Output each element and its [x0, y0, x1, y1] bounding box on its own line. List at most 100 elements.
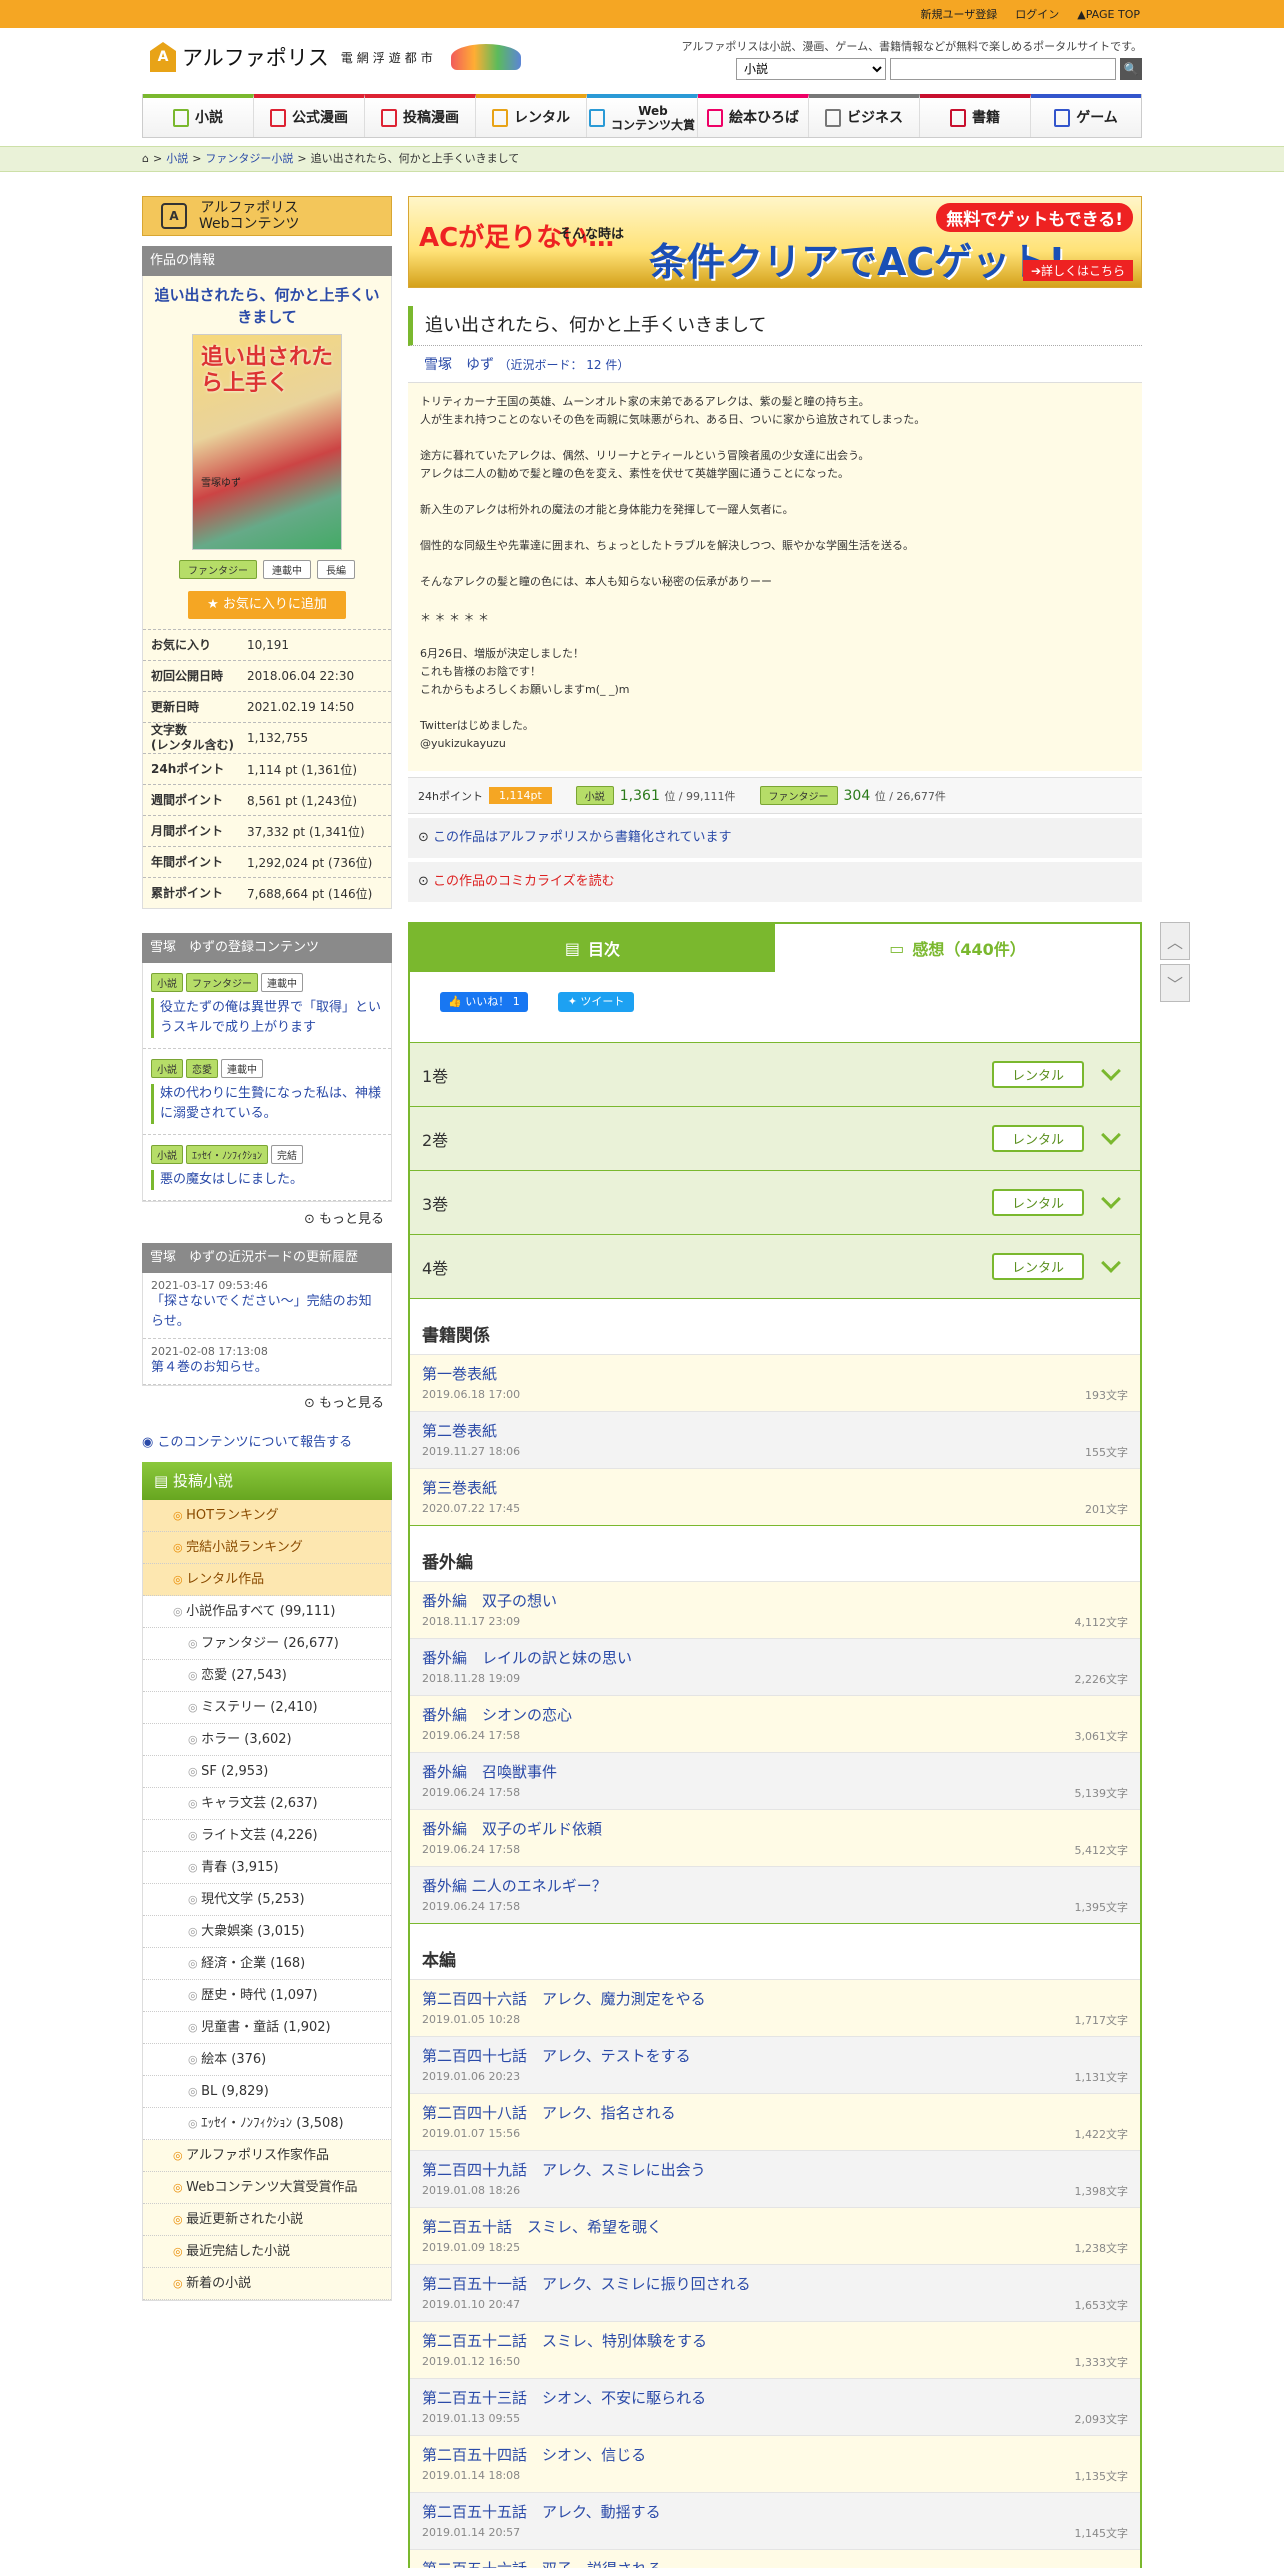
table-row[interactable]: 第二百五十一話 アレク、スミレに振り回される 2019.01.10 20:47 1,…	[410, 2264, 1140, 2321]
table-row[interactable]: 番外編 召喚獣事件 2019.06.24 17:58 5,139文字	[410, 1752, 1140, 1809]
nav-item-8[interactable]: ゲーム	[1031, 94, 1141, 137]
facebook-like-button[interactable]: 👍 いいね！ 1	[440, 992, 528, 1012]
menu-item[interactable]: BL (9,829)	[143, 2076, 391, 2108]
nav-item-0[interactable]: 小説	[143, 94, 254, 137]
menu-item[interactable]: キャラ文芸 (2,637)	[143, 1788, 391, 1820]
table-row[interactable]: 番外編 双子のギルド依頼 2019.06.24 17:58 5,412文字	[410, 1809, 1140, 1866]
menu-item[interactable]: 絵本 (376)	[143, 2044, 391, 2076]
table-row[interactable]: 第二百五十四話 シオン、信じる 2019.01.14 18:08 1,135文字	[410, 2435, 1140, 2492]
menu-item[interactable]: ミステリー (2,410)	[143, 1692, 391, 1724]
nav-item-1[interactable]: 公式漫画	[254, 94, 365, 137]
scroll-up-button[interactable]: ︿	[1160, 922, 1190, 960]
menu-item[interactable]: ライト文芸 (4,226)	[143, 1820, 391, 1852]
table-row[interactable]: 第二百四十六話 アレク、魔力測定をやる 2019.01.05 10:28 1,717…	[410, 1979, 1140, 2036]
table-row[interactable]: 第二百五十話 スミレ、希望を覗く 2019.01.09 18:25 1,238文字	[410, 2207, 1140, 2264]
book-cover[interactable]: 追い出されたら上手く 雪塚ゆず	[192, 334, 342, 550]
menu-item[interactable]: 最近完結した小説	[143, 2236, 391, 2268]
login-link[interactable]: ログイン	[1015, 6, 1059, 22]
content-title-link[interactable]: 悪の魔女はしにました。	[151, 1170, 383, 1190]
rental-button[interactable]: レンタル	[991, 1189, 1084, 1216]
menu-item[interactable]: 歴史・時代 (1,097)	[143, 1980, 391, 2012]
menu-item[interactable]: 恋愛 (27,543)	[143, 1660, 391, 1692]
content-title-link[interactable]: 妹の代わりに生贄になった私は、神様に溺愛されている。	[151, 1084, 383, 1124]
web-content-banner[interactable]: A アルファポリス Webコンテンツ	[142, 196, 392, 236]
report-link[interactable]: ◉ このコンテンツについて報告する	[142, 1431, 392, 1450]
menu-item[interactable]: 児童書・童話 (1,902)	[143, 2012, 391, 2044]
menu-item[interactable]: アルファポリス作家作品	[143, 2140, 391, 2172]
table-row[interactable]: 第二百四十九話 アレク、スミレに出会う 2019.01.08 18:26 1,398…	[410, 2150, 1140, 2207]
search-icon[interactable]: 🔍	[1120, 58, 1142, 80]
menu-item[interactable]: 現代文学 (5,253)	[143, 1884, 391, 1916]
rental-button[interactable]: レンタル	[991, 1125, 1084, 1152]
menu-item[interactable]: 完結小説ランキング	[143, 1532, 391, 1564]
volume-row[interactable]: 1巻 レンタル	[410, 1042, 1140, 1106]
table-row[interactable]: 第二巻表紙 2019.11.27 18:06 155文字	[410, 1411, 1140, 1468]
table-row[interactable]: 番外編 レイルの訳と妹の思い 2018.11.28 19:09 2,226文字	[410, 1638, 1140, 1695]
volume-row[interactable]: 2巻 レンタル	[410, 1106, 1140, 1170]
tab-reviews[interactable]: ▭ 感想（440件）	[775, 924, 1140, 972]
table-row[interactable]: 番外編 シオンの恋心 2019.06.24 17:58 3,061文字	[410, 1695, 1140, 1752]
menu-item[interactable]: 青春 (3,915)	[143, 1852, 391, 1884]
menu-item[interactable]: ホラー (3,602)	[143, 1724, 391, 1756]
breadcrumb-fantasy[interactable]: ファンタジー小説	[205, 147, 293, 171]
nav-item-6[interactable]: ビジネス	[809, 94, 920, 137]
ac-campaign-banner[interactable]: ACが足りない… そんな時は 条件クリアでACゲット! 無料でゲットもできる! …	[408, 196, 1142, 288]
table-row[interactable]: 第二百四十七話 アレク、テストをする 2019.01.06 20:23 1,131文…	[410, 2036, 1140, 2093]
author-link[interactable]: 雪塚 ゆず	[424, 357, 494, 373]
table-row[interactable]: 第一巻表紙 2019.06.18 17:00 193文字	[410, 1354, 1140, 1411]
table-row[interactable]: 番外編 双子の想い 2018.11.17 23:09 4,112文字	[410, 1581, 1140, 1638]
menu-item[interactable]: 経済・企業 (168)	[143, 1948, 391, 1980]
table-row[interactable]: 番外編 二人のエネルギー？ 2019.06.24 17:58 1,395文字	[410, 1866, 1140, 1923]
menu-item[interactable]: SF (2,953)	[143, 1756, 391, 1788]
content-title-link[interactable]: 役立たずの俺は異世界で「取得」というスキルで成り上がります	[151, 998, 383, 1038]
tab-toc[interactable]: ▤ 目次	[410, 924, 775, 972]
table-row[interactable]: 第三巻表紙 2020.07.22 17:45 201文字	[410, 1468, 1140, 1525]
search-input[interactable]	[890, 58, 1116, 80]
menu-item[interactable]: ファンタジー (26,677)	[143, 1628, 391, 1660]
chevron-down-icon[interactable]	[1101, 1060, 1121, 1081]
tweet-button[interactable]: ✦ ツイート	[557, 992, 635, 1012]
published-book-link[interactable]: ⊙ この作品はアルファポリスから書籍化されています	[408, 818, 1142, 858]
register-link[interactable]: 新規ユーザ登録	[921, 6, 998, 22]
menu-item[interactable]: ｴｯｾｲ・ﾉﾝﾌｨｸｼｮﾝ (3,508)	[143, 2108, 391, 2140]
nav-item-2[interactable]: 投稿漫画	[365, 94, 476, 137]
menu-item[interactable]: 大衆娯楽 (3,015)	[143, 1916, 391, 1948]
table-row[interactable]: 第二百五十六話 双子、説得される	[410, 2549, 1140, 2568]
more-link[interactable]: ⊙ もっと見る	[142, 1202, 392, 1233]
table-row[interactable]: 第二百五十三話 シオン、不安に駆られる 2019.01.13 09:55 2,093…	[410, 2378, 1140, 2435]
table-row[interactable]: 第二百五十二話 スミレ、特別体験をする 2019.01.12 16:50 1,333…	[410, 2321, 1140, 2378]
nav-item-5[interactable]: 絵本ひろば	[698, 94, 809, 137]
volume-row[interactable]: 4巻 レンタル	[410, 1234, 1140, 1298]
chevron-down-icon[interactable]	[1101, 1124, 1121, 1145]
rental-button[interactable]: レンタル	[991, 1061, 1084, 1088]
nav-item-3[interactable]: レンタル	[476, 94, 587, 137]
menu-item[interactable]: HOTランキング	[143, 1500, 391, 1532]
volume-row[interactable]: 3巻 レンタル	[410, 1170, 1140, 1234]
nav-item-4[interactable]: Web コンテンツ大賞	[587, 94, 698, 137]
menu-item[interactable]: 小説作品すべて (99,111)	[143, 1596, 391, 1628]
menu-item[interactable]: 新着の小説	[143, 2268, 391, 2300]
comicalize-link[interactable]: ⊙ この作品のコミカライズを読む	[408, 862, 1142, 902]
rental-button[interactable]: レンタル	[991, 1253, 1084, 1280]
add-favorite-button[interactable]: ★ お気に入りに追加	[188, 591, 346, 619]
chevron-down-icon[interactable]	[1101, 1188, 1121, 1209]
work-title[interactable]: 追い出されたら、何かと上手くいきまして	[143, 276, 391, 328]
menu-item[interactable]: 最近更新された小説	[143, 2204, 391, 2236]
table-row[interactable]: 第二百五十五話 アレク、動揺する 2019.01.14 20:57 1,145文字	[410, 2492, 1140, 2549]
menu-item[interactable]: Webコンテンツ大賞受賞作品	[143, 2172, 391, 2204]
volume-list: 1巻 レンタル 2巻 レンタル 3巻 レンタル 4巻 レンタル	[410, 1042, 1140, 1298]
breadcrumb-novel[interactable]: 小説	[166, 147, 188, 171]
site-logo[interactable]: A アルファポリス 電網浮遊都市	[150, 42, 521, 72]
menu-item[interactable]: レンタル作品	[143, 1564, 391, 1596]
more-link[interactable]: ⊙ もっと見る	[142, 1386, 392, 1417]
nav-item-7[interactable]: 書籍	[920, 94, 1031, 137]
home-icon[interactable]: ⌂	[142, 147, 149, 171]
chevron-down-icon[interactable]	[1101, 1252, 1121, 1273]
update-title-link[interactable]: 第４巻のお知らせ。	[151, 1358, 383, 1378]
update-title-link[interactable]: 「探さないでください〜」完結のお知らせ。	[151, 1292, 383, 1332]
scroll-down-button[interactable]: ﹀	[1160, 964, 1190, 1002]
search-category-select[interactable]: 小説	[736, 58, 886, 80]
board-count-link[interactable]: （近況ボード： 12 件）	[498, 358, 629, 372]
table-row[interactable]: 第二百四十八話 アレク、指名される 2019.01.07 15:56 1,422文字	[410, 2093, 1140, 2150]
pagetop-link[interactable]: ▲PAGE TOP	[1077, 8, 1140, 21]
